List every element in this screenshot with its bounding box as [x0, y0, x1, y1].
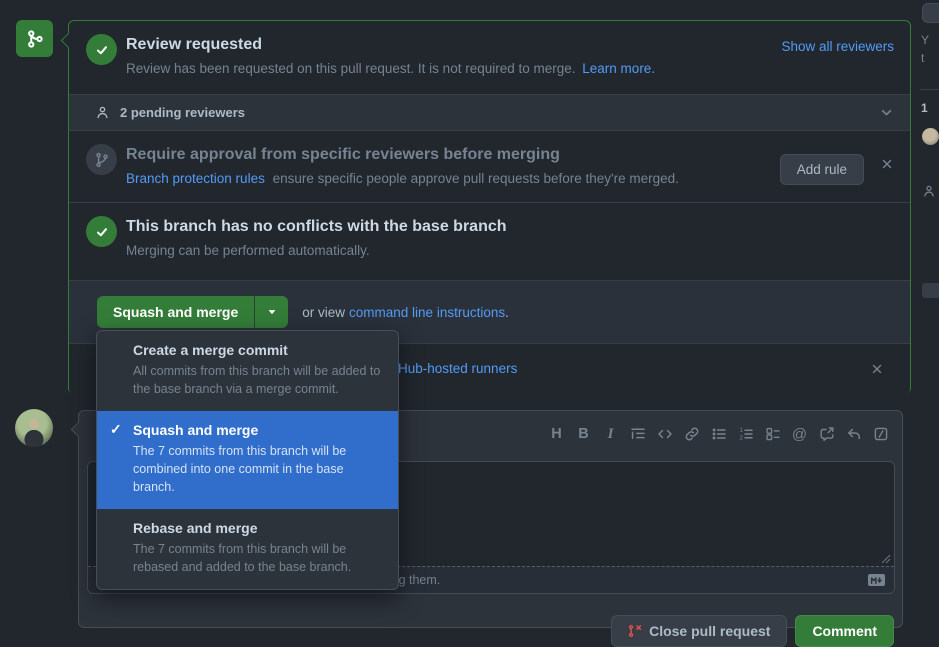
merge-button-group: Squash and merge — [97, 296, 288, 328]
mention-icon[interactable]: @ — [786, 419, 813, 449]
no-conflicts-section: This branch has no conflicts with the ba… — [69, 202, 910, 280]
comment-button[interactable]: Comment — [795, 615, 894, 647]
pending-reviewers-label: 2 pending reviewers — [120, 105, 245, 120]
cross-reference-icon[interactable] — [813, 419, 840, 449]
option-create-merge-commit[interactable]: Create a merge commit All commits from t… — [97, 331, 398, 411]
show-all-reviewers-link[interactable]: Show all reviewers — [781, 39, 894, 54]
resize-handle[interactable] — [881, 554, 891, 564]
branch-protection-section: Require approval from specific reviewers… — [69, 131, 910, 202]
ordered-list-icon[interactable]: 12 — [732, 419, 759, 449]
no-conflicts-title: This branch has no conflicts with the ba… — [126, 218, 507, 236]
sidebar-count: 1 — [921, 101, 928, 115]
code-icon[interactable] — [651, 419, 678, 449]
close-pull-request-button[interactable]: Close pull request — [611, 615, 787, 647]
svg-text:2: 2 — [739, 436, 743, 442]
branch-protection-rules-link[interactable]: Branch protection rules — [126, 171, 265, 186]
option-squash-and-merge[interactable]: ✓ Squash and merge The 7 commits from th… — [97, 411, 398, 509]
branch-protection-title: Require approval from specific reviewers… — [126, 146, 560, 164]
bold-icon[interactable]: B — [570, 419, 597, 449]
sidebar-avatar[interactable] — [922, 128, 939, 145]
sidebar-divider — [920, 89, 939, 90]
add-rule-button[interactable]: Add rule — [780, 154, 864, 185]
or-view-text: or view — [302, 305, 345, 320]
unordered-list-icon[interactable] — [705, 419, 732, 449]
check-icon: ✓ — [110, 421, 122, 438]
quote-icon[interactable] — [624, 419, 651, 449]
git-branch-icon — [86, 144, 117, 175]
branch-protection-description: ensure specific people approve pull requ… — [273, 171, 679, 186]
command-line-instructions-link[interactable]: command line instructions — [349, 305, 505, 320]
sidebar-person-icon — [922, 184, 936, 198]
no-conflicts-description: Merging can be performed automatically. — [126, 243, 370, 258]
sidebar-sliver: Y t 1 — [920, 0, 939, 626]
italic-icon[interactable]: I — [597, 419, 624, 449]
markdown-icon — [868, 574, 885, 586]
slash-command-icon[interactable] — [867, 419, 894, 449]
learn-more-link[interactable]: Learn more. — [582, 61, 655, 76]
pending-reviewers-row[interactable]: 2 pending reviewers — [69, 94, 910, 131]
squash-and-merge-button[interactable]: Squash and merge — [97, 296, 254, 328]
sidebar-gear-button[interactable] — [922, 3, 939, 23]
hub-hosted-runners-link[interactable]: Hub-hosted runners — [398, 361, 517, 376]
git-merge-icon — [25, 29, 45, 49]
chevron-down-icon[interactable] — [879, 105, 894, 120]
person-icon — [95, 105, 110, 120]
heading-icon[interactable]: H — [543, 419, 570, 449]
pr-merge-status-icon — [16, 20, 53, 57]
sidebar-label-fragment[interactable] — [922, 283, 939, 298]
sidebar-text-fragment: t — [921, 51, 924, 65]
link-icon[interactable] — [678, 419, 705, 449]
review-requested-section: Review requested Review has been request… — [69, 21, 910, 94]
merge-options-dropdown: Create a merge commit All commits from t… — [96, 330, 399, 590]
merge-options-caret-button[interactable] — [254, 296, 288, 328]
dismiss-protection-icon[interactable] — [878, 155, 896, 173]
task-list-icon[interactable] — [759, 419, 786, 449]
user-avatar[interactable] — [15, 409, 53, 447]
pr-closed-icon — [628, 624, 642, 638]
check-circle-icon — [86, 34, 117, 65]
check-circle-icon — [86, 216, 117, 247]
sidebar-text-fragment: Y — [921, 33, 929, 47]
svg-text:1: 1 — [739, 428, 743, 434]
comment-actions: Close pull request Comment — [611, 615, 894, 647]
dismiss-notice-icon[interactable] — [868, 360, 886, 378]
review-requested-title: Review requested — [126, 36, 262, 54]
review-requested-description: Review has been requested on this pull r… — [126, 61, 576, 76]
reply-icon[interactable] — [840, 419, 867, 449]
option-rebase-and-merge[interactable]: Rebase and merge The 7 commits from this… — [97, 509, 398, 589]
